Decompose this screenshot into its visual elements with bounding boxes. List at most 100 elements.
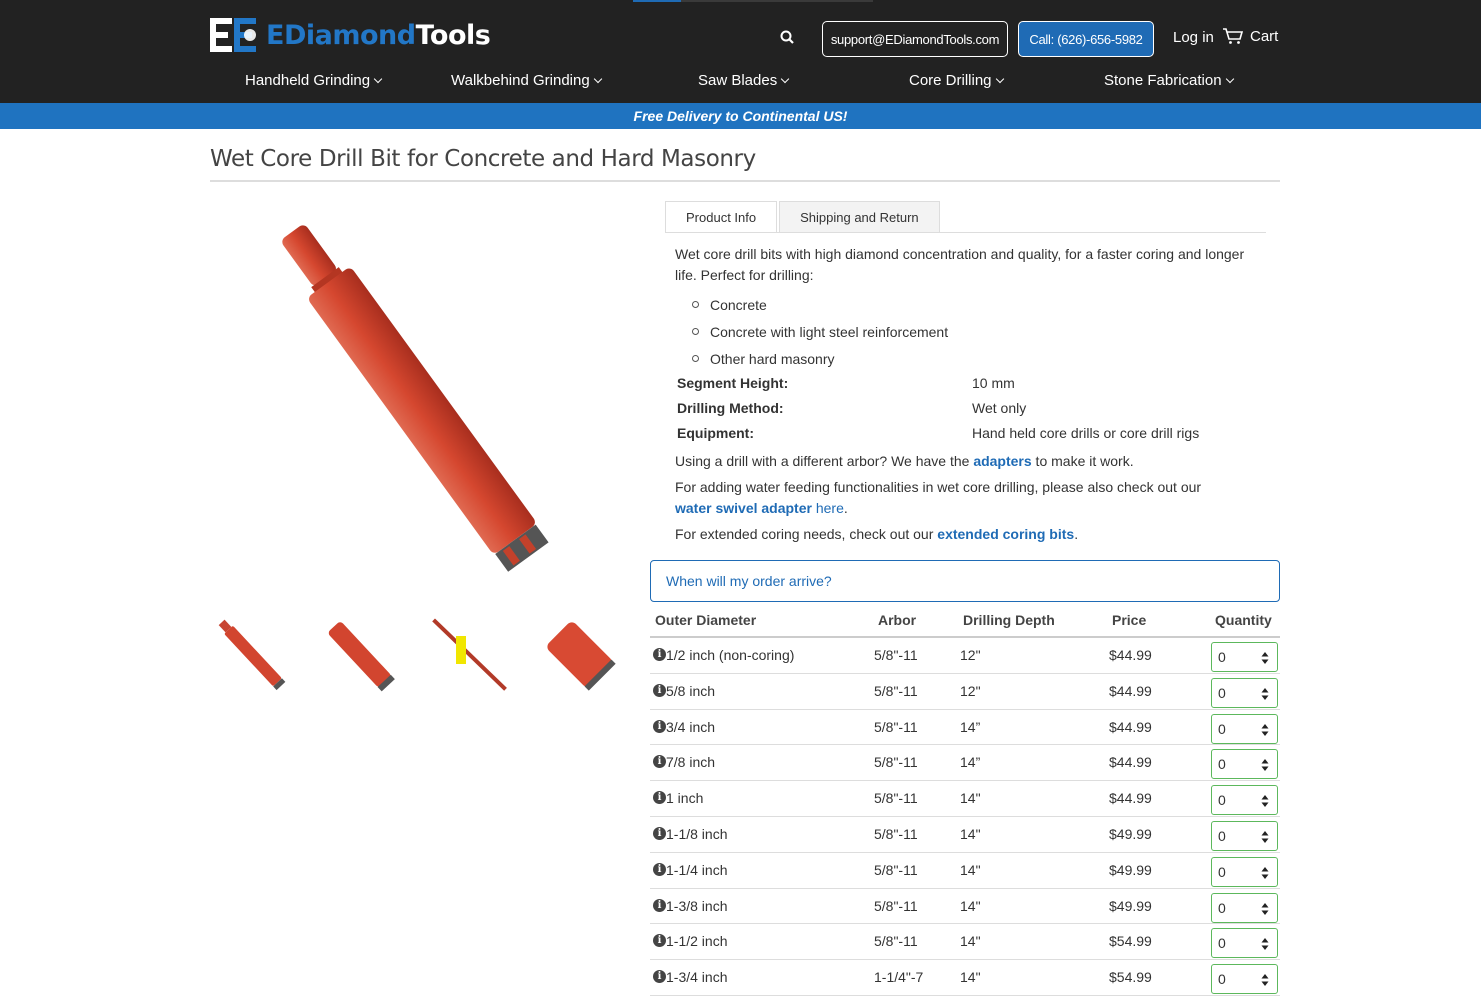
info-icon[interactable]: i: [653, 934, 666, 948]
spec-value-drilling-method: Wet only: [972, 400, 1027, 416]
table-row: i 1/2 inch (non-coring) 5/8"-11 12" $44.99 0: [650, 638, 1280, 674]
spec-value-equipment: Hand held core drills or core drill rigs: [972, 425, 1200, 441]
cell-price: $49.99: [1109, 825, 1152, 842]
product-thumbnail-1[interactable]: [208, 614, 298, 699]
quantity-stepper[interactable]: 0: [1211, 964, 1278, 995]
adapters-note: Using a drill with a different arbor? We…: [675, 453, 1134, 469]
cell-drilling-depth: 14": [960, 790, 981, 807]
cart-label: Cart: [1250, 27, 1279, 45]
cell-arbor: 5/8"-11: [874, 825, 918, 842]
nav-handheld-grinding[interactable]: Handheld Grinding: [245, 72, 383, 89]
cell-drilling-depth: 14": [960, 933, 981, 950]
table-header: Outer Diameter Arbor Drilling Depth Pric…: [650, 602, 1280, 638]
extended-coring-bits-link[interactable]: extended coring bits: [937, 526, 1074, 542]
quantity-stepper[interactable]: 0: [1211, 677, 1278, 708]
nav-stone-fabrication[interactable]: Stone Fabrication: [1104, 72, 1234, 89]
quantity-stepper[interactable]: 0: [1211, 856, 1278, 887]
cell-drilling-depth: 14": [960, 897, 981, 914]
info-icon[interactable]: i: [653, 791, 666, 805]
cell-outer-diameter: 1-1/8 inch: [666, 825, 728, 842]
chevron-down-icon: [373, 74, 383, 84]
search-icon[interactable]: [777, 27, 799, 49]
product-description: Wet core drill bits with high diamond co…: [675, 246, 1245, 283]
cell-price: $44.99: [1109, 754, 1152, 771]
stepper-arrows-icon: [1261, 723, 1269, 736]
table-row: i 1-3/8 inch 5/8"-11 14" $49.99 0: [650, 889, 1280, 925]
info-icon[interactable]: i: [653, 826, 666, 840]
water-swivel-link[interactable]: water swivel adapter: [675, 500, 812, 516]
info-icon[interactable]: i: [653, 898, 666, 912]
stepper-arrows-icon: [1261, 902, 1269, 915]
info-icon[interactable]: i: [653, 862, 666, 876]
product-thumbnail-4[interactable]: [536, 614, 626, 699]
info-icon[interactable]: i: [653, 683, 666, 697]
logo-mark-icon: [210, 18, 256, 52]
use-item: Concrete: [692, 291, 948, 318]
quantity-stepper[interactable]: 0: [1211, 928, 1278, 959]
cart-link[interactable]: Cart: [1222, 27, 1278, 45]
promo-banner: Free Delivery to Continental US!: [0, 103, 1481, 129]
login-link[interactable]: Log in: [1173, 29, 1214, 46]
cell-drilling-depth: 14": [960, 825, 981, 842]
product-thumbnail-2[interactable]: [316, 614, 406, 699]
cart-icon: [1223, 28, 1244, 44]
spec-value-segment-height: 10 mm: [972, 375, 1015, 391]
nav-core-drilling[interactable]: Core Drilling: [909, 72, 1004, 89]
stepper-arrows-icon: [1261, 759, 1269, 772]
info-icon[interactable]: i: [653, 648, 666, 661]
nav-walkbehind-grinding[interactable]: Walkbehind Grinding: [451, 72, 602, 89]
spec-label-segment-height: Segment Height:: [677, 375, 789, 391]
cell-outer-diameter: 1-3/4 inch: [666, 969, 728, 986]
cell-price: $49.99: [1109, 897, 1152, 914]
logo-text: EDiamondTools: [266, 19, 491, 51]
water-swivel-note: For adding water feeding functionalities…: [675, 479, 1202, 516]
order-arrival-button[interactable]: When will my order arrive?: [650, 560, 1280, 602]
cell-arbor: 1-1/4"-7: [874, 969, 924, 986]
header-drilling-depth: Drilling Depth: [963, 612, 1055, 628]
stepper-arrows-icon: [1261, 652, 1269, 664]
cell-drilling-depth: 14": [960, 861, 981, 878]
quantity-stepper[interactable]: 0: [1211, 642, 1278, 672]
stepper-arrows-icon: [1261, 938, 1269, 951]
quantity-stepper[interactable]: 0: [1211, 820, 1278, 851]
support-email-button[interactable]: support@EDiamondTools.com: [822, 21, 1008, 57]
table-row: i 1-1/8 inch 5/8"-11 14" $49.99 0: [650, 817, 1280, 853]
nav-saw-blades[interactable]: Saw Blades: [698, 72, 790, 89]
cell-price: $44.99: [1109, 647, 1152, 663]
cell-price: $44.99: [1109, 682, 1152, 699]
product-thumbnail-3[interactable]: [426, 614, 516, 699]
quantity-stepper[interactable]: 0: [1211, 892, 1278, 923]
quantity-stepper[interactable]: 0: [1211, 749, 1278, 780]
quantity-stepper[interactable]: 0: [1211, 713, 1278, 744]
use-item: Concrete with light steel reinforcement: [692, 318, 948, 345]
use-item: Other hard masonry: [692, 345, 948, 372]
cell-arbor: 5/8"-11: [874, 754, 918, 771]
tab-shipping-return[interactable]: Shipping and Return: [779, 201, 940, 233]
header-price: Price: [1112, 612, 1147, 628]
table-row: i 1-3/4 inch 1-1/4"-7 14" $54.99 0: [650, 960, 1280, 996]
cell-price: $44.99: [1109, 790, 1152, 807]
spec-label-drilling-method: Drilling Method:: [677, 400, 784, 416]
info-icon[interactable]: i: [653, 970, 666, 984]
water-swivel-here-link[interactable]: here: [812, 500, 844, 516]
call-button[interactable]: Call: (626)-656-5982: [1018, 21, 1154, 57]
table-row: i 5/8 inch 5/8"-11 12" $44.99 0: [650, 674, 1280, 710]
cell-arbor: 5/8"-11: [874, 897, 918, 914]
cell-outer-diameter: 1 inch: [666, 790, 704, 807]
cell-outer-diameter: 5/8 inch: [666, 682, 716, 699]
header-outer-diameter: Outer Diameter: [655, 612, 757, 628]
product-main-image[interactable]: [210, 196, 630, 606]
info-icon[interactable]: i: [653, 719, 666, 733]
adapters-link[interactable]: adapters: [973, 453, 1031, 469]
info-icon[interactable]: i: [653, 755, 666, 769]
table-row: i 3/4 inch 5/8"-11 14” $44.99 0: [650, 710, 1280, 746]
tab-product-info[interactable]: Product Info: [665, 201, 778, 233]
table-row: i1 inch 5/8"-11 14" $44.99 0: [650, 781, 1280, 817]
cell-arbor: 5/8"-11: [874, 790, 918, 807]
quantity-stepper[interactable]: 0: [1211, 785, 1278, 816]
cell-price: $54.99: [1109, 969, 1152, 986]
extended-bits-note: For extended coring needs, check out our…: [675, 526, 1079, 542]
chevron-down-icon: [593, 74, 602, 84]
cell-price: $49.99: [1109, 861, 1152, 878]
site-logo[interactable]: EDiamondTools: [210, 16, 491, 54]
